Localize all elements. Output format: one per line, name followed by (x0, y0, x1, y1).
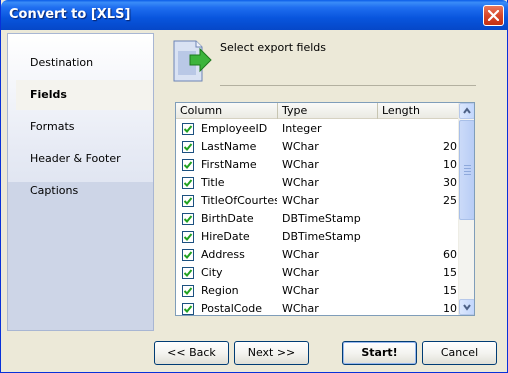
chevron-down-icon (463, 304, 471, 311)
cell-type: WChar (282, 194, 319, 207)
table-row[interactable]: BirthDate DBTimeStamp (176, 210, 460, 228)
checked-checkbox-icon[interactable] (182, 303, 194, 315)
sidebar: Destination Fields Formats Header & Foot… (7, 33, 154, 331)
checked-checkbox-icon[interactable] (182, 285, 194, 297)
cell-type: WChar (282, 266, 319, 279)
fields-grid[interactable]: Column Type Length EmployeeID Integer Last… (175, 102, 475, 316)
sidebar-item-label: Header & Footer (30, 152, 121, 165)
close-icon (488, 10, 499, 21)
table-row[interactable]: Region WChar 15 (176, 282, 460, 300)
close-button[interactable] (483, 5, 504, 26)
table-row[interactable]: City WChar 15 (176, 264, 460, 282)
fields-page: Select export fields Column Type Length … (160, 33, 501, 331)
table-row[interactable]: PostalCode WChar 10 (176, 300, 460, 315)
cell-column-name: EmployeeID (201, 122, 268, 135)
cell-column-name: Region (201, 284, 239, 297)
column-header-length[interactable]: Length (378, 103, 460, 119)
header-divider (220, 85, 476, 86)
cell-length: 30 (443, 176, 457, 189)
cell-type: WChar (282, 140, 319, 153)
cell-type: DBTimeStamp (282, 212, 361, 225)
table-row[interactable]: HireDate DBTimeStamp (176, 228, 460, 246)
table-row[interactable]: FirstName WChar 10 (176, 156, 460, 174)
sidebar-item-header-footer[interactable]: Header & Footer (8, 144, 153, 174)
column-header-type[interactable]: Type (278, 103, 378, 119)
back-button[interactable]: << Back (154, 341, 229, 365)
sidebar-item-destination[interactable]: Destination (8, 48, 153, 78)
chevron-up-icon (463, 107, 471, 114)
cell-column-name: City (201, 266, 223, 279)
cell-length (380, 120, 459, 138)
window-title: Convert to [XLS] (9, 7, 131, 22)
cell-type: WChar (282, 284, 319, 297)
checked-checkbox-icon[interactable] (182, 141, 194, 153)
table-row[interactable]: Address WChar 60 (176, 246, 460, 264)
cell-length: 60 (443, 248, 457, 261)
cancel-button[interactable]: Cancel (422, 341, 497, 365)
sidebar-item-fields[interactable]: Fields (16, 80, 153, 110)
vertical-scrollbar[interactable] (458, 103, 474, 315)
scroll-grip-line (464, 171, 471, 172)
table-row[interactable]: LastName WChar 20 (176, 138, 460, 156)
cell-column-name: LastName (201, 140, 257, 153)
cell-length (380, 210, 459, 228)
table-row[interactable]: Title WChar 30 (176, 174, 460, 192)
cell-column-name: Address (201, 248, 245, 261)
cell-length: 20 (443, 140, 457, 153)
start-button[interactable]: Start! (342, 341, 417, 365)
scroll-down-button[interactable] (459, 299, 474, 315)
scroll-grip-line (464, 174, 471, 175)
page-header-text: Select export fields (220, 41, 327, 54)
sidebar-item-label: Destination (30, 56, 94, 69)
cell-type: WChar (282, 176, 319, 189)
sidebar-item-label: Fields (30, 88, 67, 101)
cell-type: DBTimeStamp (282, 230, 361, 243)
scroll-up-button[interactable] (459, 103, 474, 119)
checked-checkbox-icon[interactable] (182, 231, 194, 243)
scroll-grip-line (464, 168, 471, 169)
cell-column-name: HireDate (201, 230, 250, 243)
sidebar-item-formats[interactable]: Formats (8, 112, 153, 142)
dialog-body: Destination Fields Formats Header & Foot… (4, 30, 504, 369)
grid-header: Column Type Length (176, 103, 460, 119)
cell-column-name: PostalCode (201, 302, 262, 315)
cell-length: 10 (443, 302, 457, 315)
checked-checkbox-icon[interactable] (182, 267, 194, 279)
cell-length: 10 (443, 158, 457, 171)
cell-column-name: TitleOfCourtesy (201, 194, 277, 207)
sidebar-item-label: Formats (30, 120, 75, 133)
cell-length: 15 (443, 266, 457, 279)
next-button[interactable]: Next >> (234, 341, 309, 365)
cell-type: WChar (282, 158, 319, 171)
scroll-thumb[interactable] (459, 120, 474, 220)
column-header-column[interactable]: Column (176, 103, 278, 119)
cell-length: 25 (443, 194, 457, 207)
checked-checkbox-icon[interactable] (182, 123, 194, 135)
cell-type: Integer (282, 122, 322, 135)
checked-checkbox-icon[interactable] (182, 195, 194, 207)
cell-length (380, 228, 459, 246)
cell-length: 15 (443, 284, 457, 297)
cell-column-name: BirthDate (201, 212, 254, 225)
cell-column-name: FirstName (201, 158, 257, 171)
cell-type: WChar (282, 302, 319, 315)
checked-checkbox-icon[interactable] (182, 213, 194, 225)
dialog-window: Convert to [XLS] Destination Fields Form… (0, 0, 508, 373)
table-row[interactable]: EmployeeID Integer (176, 120, 460, 138)
table-row[interactable]: TitleOfCourtesy WChar 25 (176, 192, 460, 210)
title-bar[interactable]: Convert to [XLS] (1, 0, 508, 30)
cell-type: WChar (282, 248, 319, 261)
export-arrow-icon (173, 40, 212, 82)
cell-column-name: Title (201, 176, 225, 189)
sidebar-item-label: Captions (30, 184, 79, 197)
checked-checkbox-icon[interactable] (182, 249, 194, 261)
checked-checkbox-icon[interactable] (182, 159, 194, 171)
checked-checkbox-icon[interactable] (182, 177, 194, 189)
scroll-grip-line (464, 165, 471, 166)
sidebar-item-captions[interactable]: Captions (8, 176, 153, 206)
